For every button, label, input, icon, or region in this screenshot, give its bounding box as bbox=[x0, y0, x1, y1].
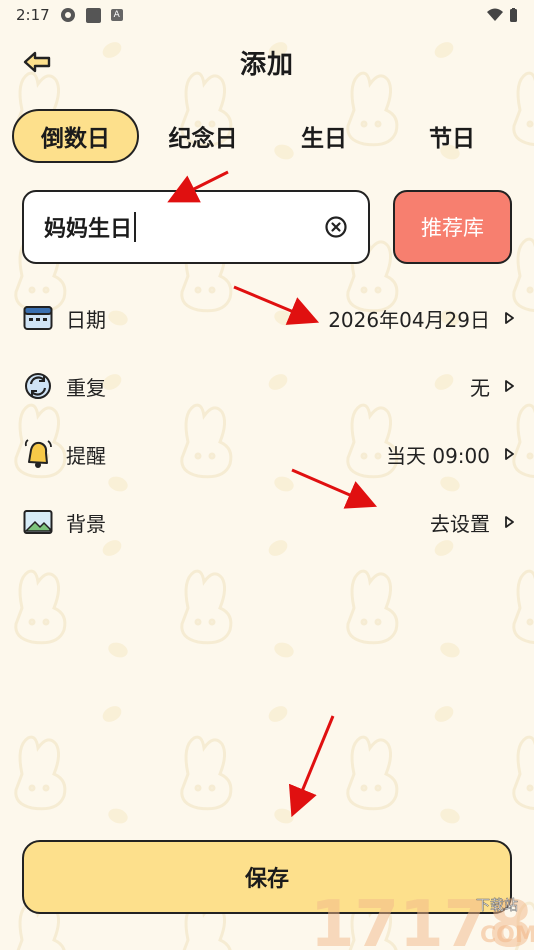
event-name-input[interactable]: 妈妈生日 bbox=[22, 190, 370, 264]
chevron-right-icon bbox=[505, 448, 514, 460]
chevron-right-icon bbox=[505, 312, 514, 324]
row-label: 背景 bbox=[66, 511, 106, 536]
calendar-icon bbox=[22, 302, 54, 334]
app-notification-icon: A bbox=[110, 9, 123, 21]
tab-birthday[interactable]: 生日 bbox=[299, 109, 349, 163]
tab-anniversary[interactable]: 纪念日 bbox=[165, 109, 241, 163]
notification-square-icon bbox=[85, 7, 101, 23]
aperture-icon bbox=[60, 8, 75, 22]
clear-icon[interactable] bbox=[324, 215, 348, 239]
save-button[interactable]: 保存 bbox=[22, 840, 512, 914]
image-icon bbox=[22, 506, 54, 538]
repeat-icon bbox=[22, 370, 54, 402]
status-bar: 2:17 A bbox=[0, 0, 534, 30]
row-background[interactable]: 背景 去设置 bbox=[22, 497, 514, 547]
watermark-suffix: COM bbox=[480, 923, 534, 948]
row-value: 2026年04月29日 bbox=[328, 307, 490, 332]
battery-icon bbox=[510, 7, 517, 22]
chevron-right-icon bbox=[505, 380, 514, 392]
tab-holiday[interactable]: 节日 bbox=[427, 109, 477, 163]
type-tabs: 倒数日 纪念日 生日 节日 bbox=[12, 108, 522, 164]
recommend-library-button[interactable]: 推荐库 bbox=[393, 190, 512, 264]
row-label: 提醒 bbox=[66, 443, 106, 468]
chevron-right-icon bbox=[505, 516, 514, 528]
row-value: 当天 09:00 bbox=[386, 443, 490, 468]
bell-icon bbox=[22, 438, 54, 470]
text-caret bbox=[134, 212, 137, 242]
wifi-icon bbox=[487, 8, 503, 21]
header: 添加 bbox=[0, 40, 534, 84]
page-title: 添加 bbox=[239, 49, 294, 80]
annotation-arrow bbox=[288, 715, 335, 818]
row-repeat[interactable]: 重复 无 bbox=[22, 361, 514, 411]
tab-countdown[interactable]: 倒数日 bbox=[12, 109, 139, 163]
status-time: 2:17 bbox=[16, 6, 50, 24]
row-date[interactable]: 日期 2026年04月29日 bbox=[22, 293, 514, 343]
row-reminder[interactable]: 提醒 当天 09:00 bbox=[22, 429, 514, 479]
row-label: 重复 bbox=[66, 375, 106, 400]
event-name-value: 妈妈生日 bbox=[44, 216, 133, 242]
row-value: 无 bbox=[470, 375, 490, 400]
back-arrow-icon[interactable] bbox=[22, 48, 54, 76]
row-label: 日期 bbox=[66, 307, 106, 332]
row-value: 去设置 bbox=[430, 511, 490, 536]
